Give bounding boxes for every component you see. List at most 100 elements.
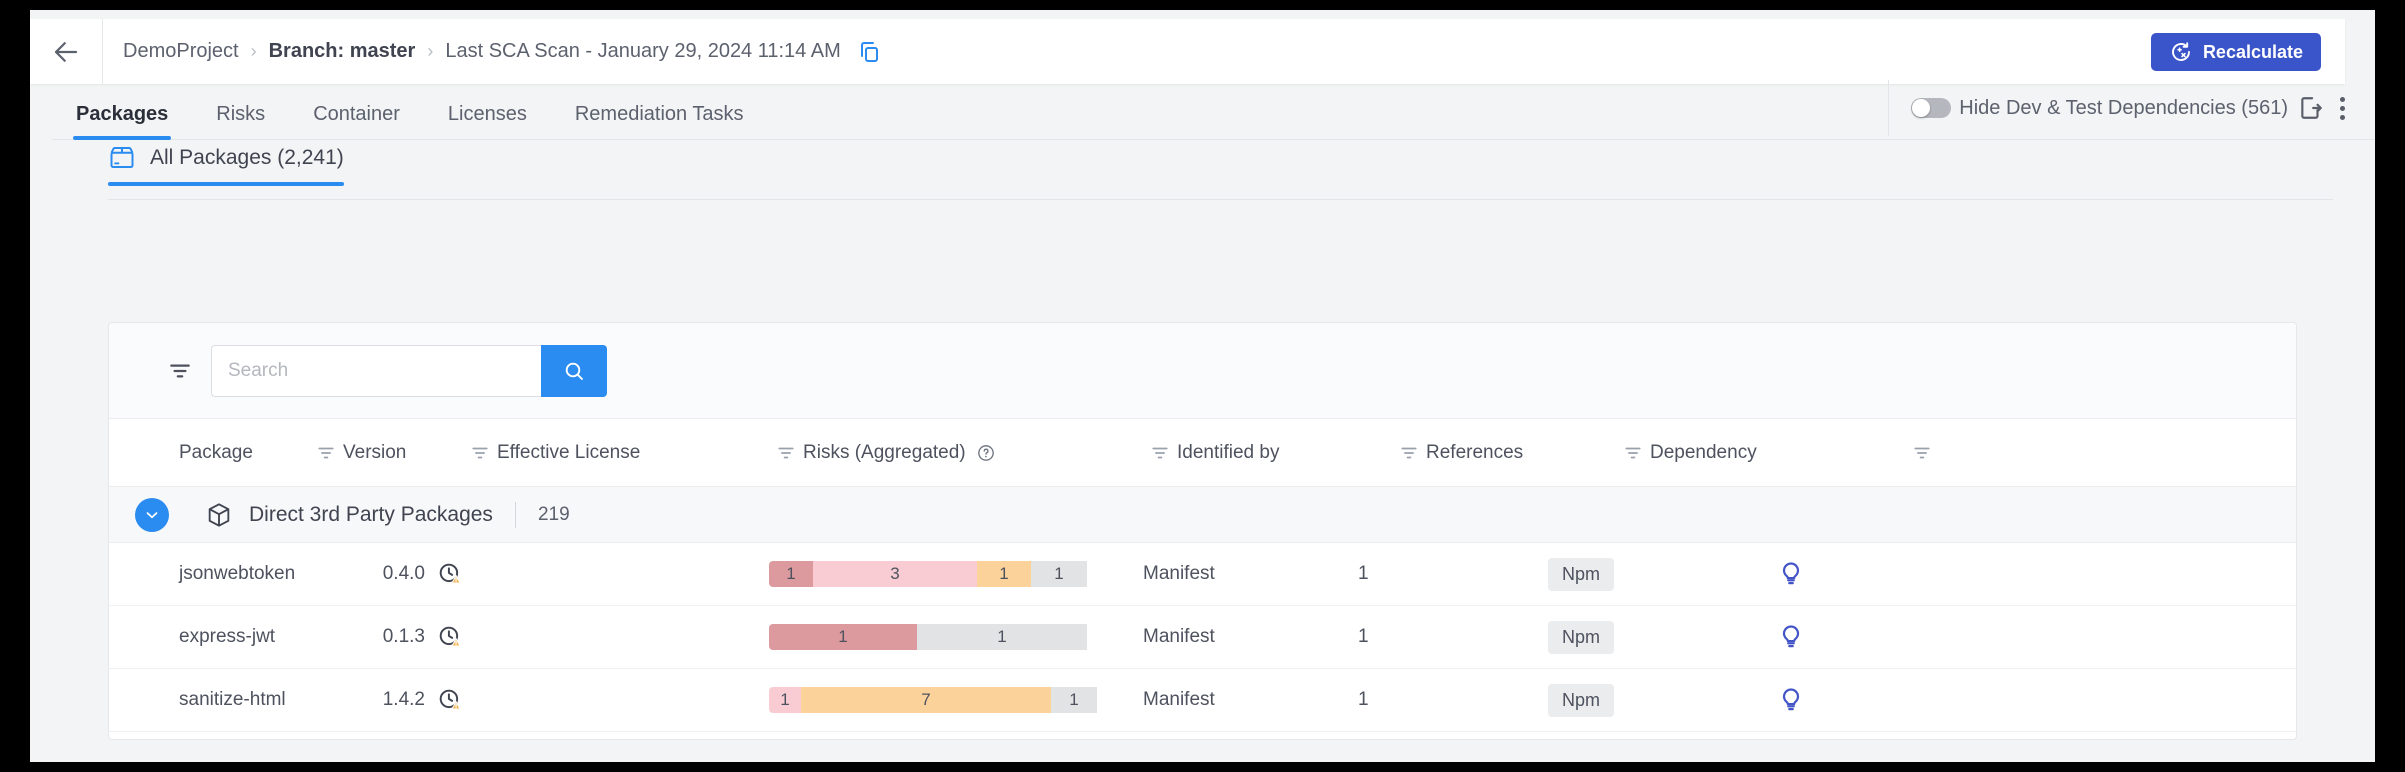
- recalculate-icon: [2172, 42, 2190, 61]
- filter-glyph: [1625, 447, 1641, 458]
- back-button[interactable]: [30, 19, 102, 84]
- top-header-bar: DemoProject › Branch: master › Last SCA …: [30, 19, 2345, 84]
- column-header-risks-aggregated[interactable]: Risks (Aggregated): [803, 442, 1143, 464]
- risk-segment-none: 1: [917, 624, 1087, 650]
- risk-segment-none: 1: [1051, 687, 1097, 713]
- column-header-references[interactable]: References: [1426, 442, 1616, 464]
- filter-icon-risks[interactable]: [769, 444, 803, 462]
- clock-warning-glyph: [439, 563, 462, 584]
- risk-segment-none: 1: [1031, 561, 1087, 587]
- toggle-knob: [1912, 99, 1931, 117]
- tab-container[interactable]: Container: [289, 103, 424, 140]
- breadcrumb-separator: ›: [427, 41, 434, 61]
- chevron-glyph: [146, 511, 158, 518]
- tab-label: Remediation Tasks: [574, 103, 744, 125]
- outdated-clock-warning-icon[interactable]: [437, 687, 463, 713]
- export-icon: [2301, 97, 2322, 119]
- tabs-right-divider: [1888, 80, 1890, 136]
- lightbulb-icon[interactable]: [1777, 560, 1805, 588]
- column-header-package[interactable]: Package: [109, 442, 309, 464]
- column-header-identified-by[interactable]: Identified by: [1177, 442, 1392, 464]
- column-header-dependency[interactable]: Dependency: [1650, 442, 1905, 464]
- recalculate-button[interactable]: Recalculate: [2150, 33, 2321, 71]
- copy-icon[interactable]: [857, 40, 881, 64]
- clock-warning-glyph: [439, 689, 462, 710]
- column-header-version[interactable]: Version: [343, 442, 463, 464]
- table-row[interactable]: jsonwebtoken 0.4.0 1 3 1 1 Manifest 1 Np…: [109, 543, 2296, 606]
- export-button[interactable]: [2288, 95, 2334, 121]
- table-row[interactable]: sanitize-html 1.4.2 1 7 1 Manifest 1 Npm: [109, 669, 2296, 732]
- lightbulb-icon[interactable]: [1777, 686, 1805, 714]
- risk-segment-high: 3: [813, 561, 977, 587]
- outdated-clock-warning-icon[interactable]: [437, 561, 463, 587]
- filter-icon-dependency[interactable]: [1616, 444, 1650, 462]
- filter-glyph: [472, 447, 488, 458]
- dependency-badge: Npm: [1548, 557, 1615, 591]
- breadcrumb-item-branch[interactable]: Branch: master: [269, 40, 416, 63]
- cell-references: 1: [1358, 626, 1369, 647]
- cell-actions: [1769, 560, 2296, 588]
- column-label: References: [1426, 441, 1524, 463]
- column-header-effective-license[interactable]: Effective License: [497, 442, 769, 464]
- cell-identified-by: Manifest: [1143, 689, 1215, 710]
- filter-icon[interactable]: [149, 358, 211, 384]
- question-circle-icon[interactable]: [976, 443, 996, 463]
- group-count: 219: [537, 503, 570, 525]
- recalculate-label: Recalculate: [2202, 41, 2303, 62]
- tab-remediation-tasks[interactable]: Remediation Tasks: [551, 103, 768, 140]
- cell-dependency: Npm: [1514, 683, 1769, 717]
- group-name: Direct 3rd Party Packages: [249, 502, 493, 526]
- lightbulb-icon[interactable]: [1777, 623, 1805, 651]
- clock-warning-glyph: [439, 626, 462, 647]
- group-row-direct-3rd-party[interactable]: Direct 3rd Party Packages 219: [109, 487, 2296, 543]
- filter-icon-actions[interactable]: [1905, 444, 1939, 462]
- tab-risks[interactable]: Risks: [192, 103, 289, 140]
- filter-icon-license[interactable]: [463, 444, 497, 462]
- arrow-left-icon: [54, 41, 78, 62]
- main-tabs-row: Packages Risks Container Licenses Remedi…: [30, 80, 2375, 140]
- sub-tab-active-bar: [108, 182, 344, 186]
- breadcrumb-item-project[interactable]: DemoProject: [123, 40, 239, 63]
- risk-bar: 1 1: [769, 624, 1109, 650]
- column-label: Package: [179, 441, 253, 463]
- breadcrumb-separator: ›: [250, 41, 257, 61]
- risk-segment-critical: 1: [769, 624, 917, 650]
- table-row[interactable]: express-jwt 0.1.3 1 1 Manifest 1 Npm: [109, 606, 2296, 669]
- tab-label: Risks: [216, 103, 266, 125]
- filter-glyph: [1152, 447, 1168, 458]
- sub-tab-all-packages[interactable]: All Packages (2,241): [108, 144, 344, 186]
- packages-table-card: Package Version Effective License Risks …: [108, 322, 2297, 740]
- hide-dev-test-label: Hide Dev & Test Dependencies (561): [1959, 96, 2288, 119]
- hide-dev-test-toggle[interactable]: [1911, 98, 1952, 118]
- dependency-badge: Npm: [1548, 620, 1615, 654]
- cell-package: express-jwt: [179, 626, 276, 647]
- dependency-badge: Npm: [1548, 683, 1615, 717]
- cell-dependency: Npm: [1514, 620, 1769, 654]
- cell-actions: [1769, 623, 2296, 651]
- search-input[interactable]: [211, 344, 541, 397]
- risk-segment-high: 1: [769, 687, 801, 713]
- search-button[interactable]: [541, 344, 607, 397]
- filter-glyph: [318, 447, 334, 458]
- lightbulb-glyph: [1782, 562, 1800, 585]
- breadcrumb: DemoProject › Branch: master › Last SCA …: [103, 40, 881, 64]
- kebab-menu-icon[interactable]: [2334, 96, 2357, 120]
- tab-licenses[interactable]: Licenses: [424, 103, 551, 140]
- chevron-down-icon[interactable]: [135, 497, 169, 532]
- tab-label: Packages: [76, 103, 169, 125]
- cell-identified-by: Manifest: [1143, 626, 1215, 647]
- search-icon: [565, 362, 583, 380]
- sub-tabs-underline: [108, 199, 2333, 200]
- filter-icon-references[interactable]: [1392, 444, 1426, 462]
- tab-label: Container: [313, 103, 400, 125]
- tab-label: Licenses: [447, 103, 527, 125]
- outdated-clock-warning-icon[interactable]: [437, 624, 463, 650]
- cell-references: 1: [1358, 689, 1369, 710]
- filter-icon-version[interactable]: [309, 444, 343, 462]
- sub-tabs-row: All Packages (2,241): [30, 140, 2375, 200]
- tab-packages[interactable]: Packages: [52, 103, 192, 140]
- cell-risks: 1 1: [735, 624, 1109, 650]
- copy-glyph: [860, 41, 878, 62]
- column-label: Version: [343, 441, 407, 463]
- filter-icon-identified-by[interactable]: [1143, 444, 1177, 462]
